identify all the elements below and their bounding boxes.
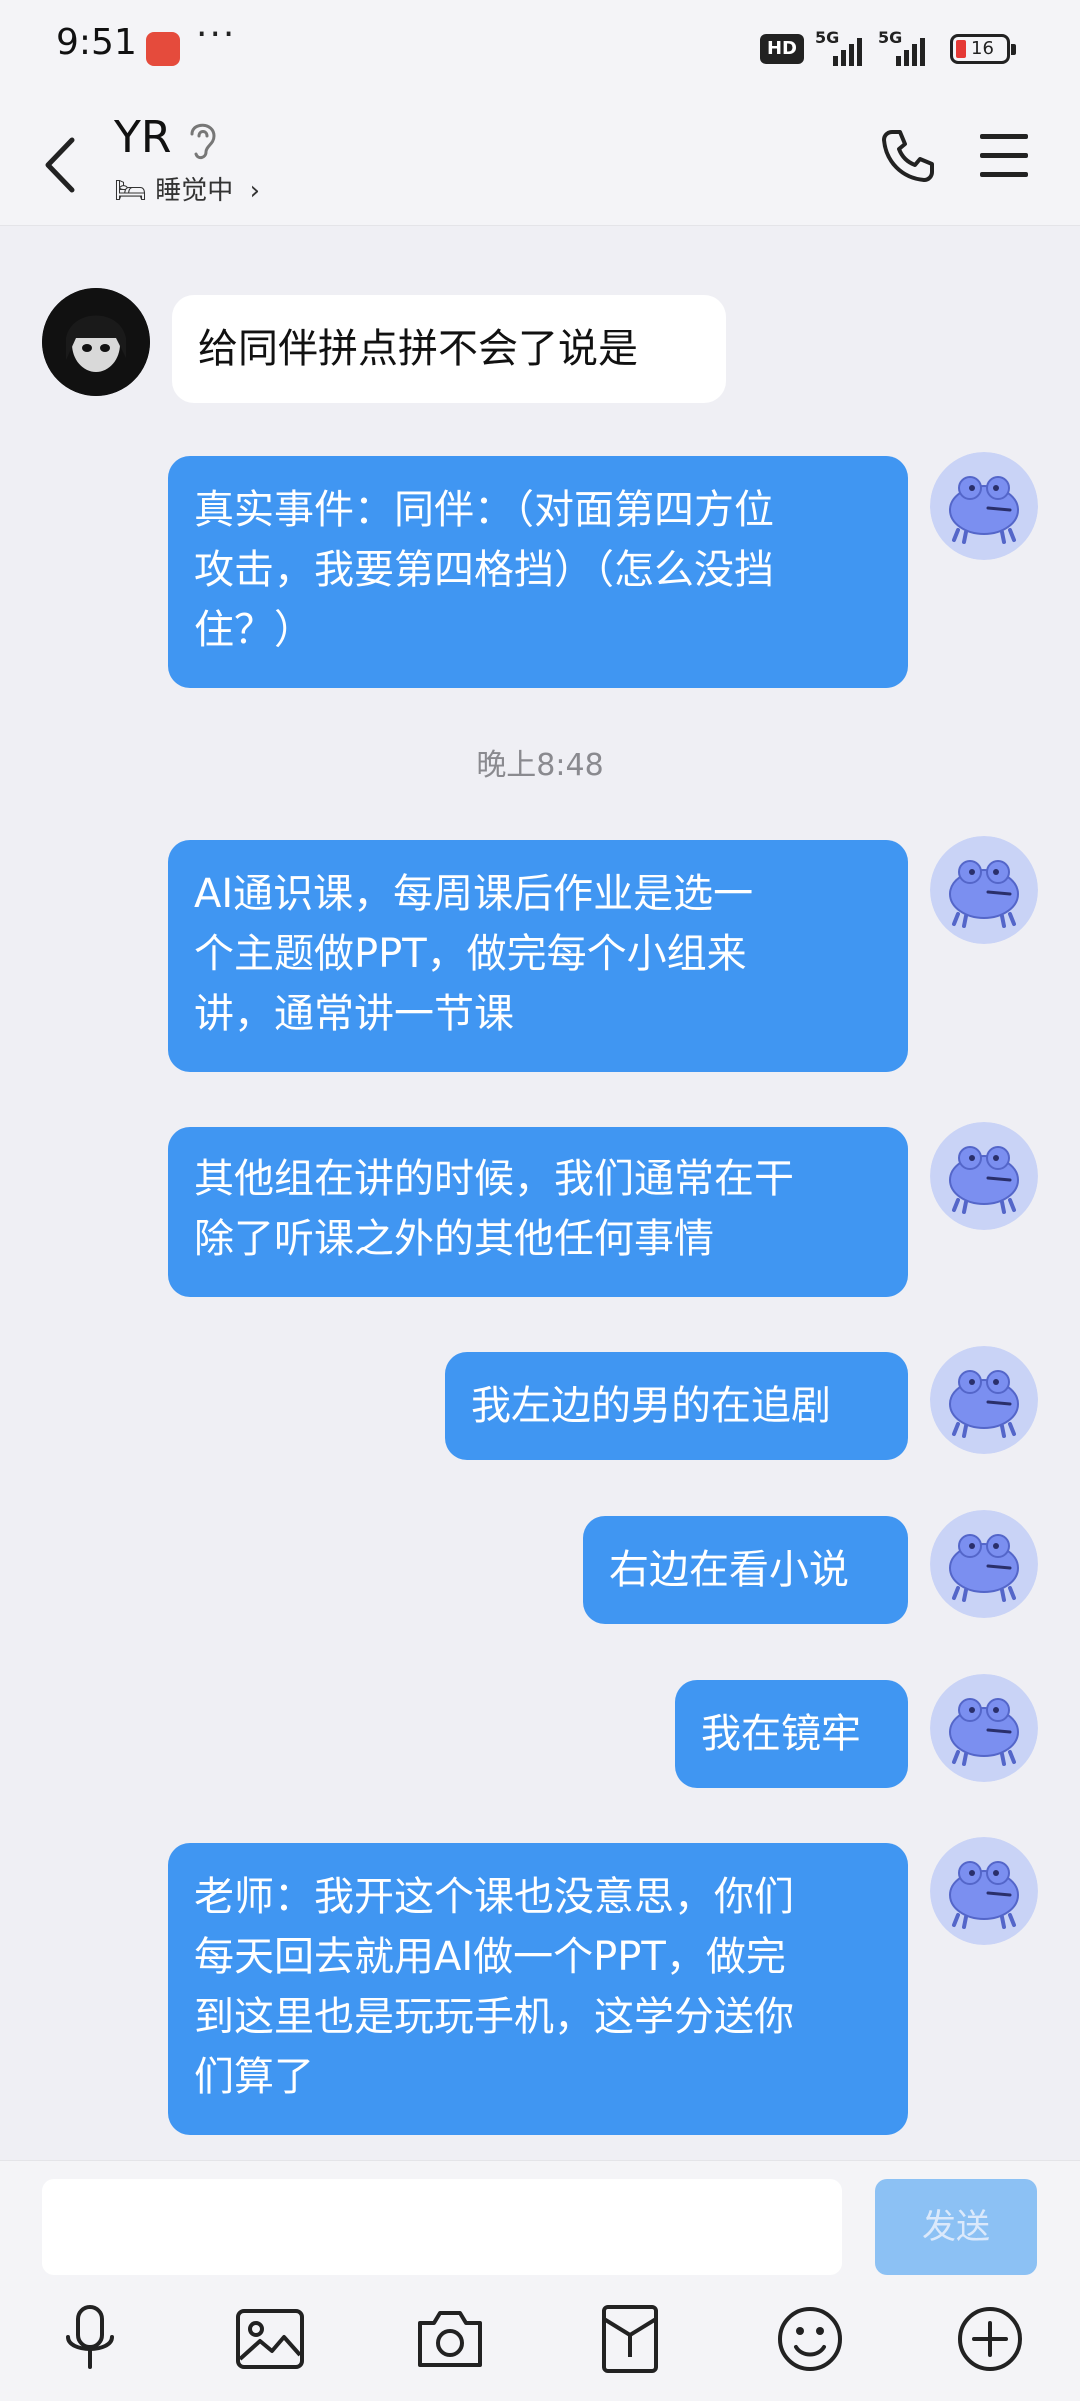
bed-icon: 🛏 bbox=[114, 176, 148, 206]
message-line: 到这里也是玩玩手机，这学分送你 bbox=[194, 1994, 794, 2040]
frog-avatar-icon bbox=[930, 1346, 1038, 1454]
composer: 发送 bbox=[0, 2160, 1080, 2401]
ear-mode-icon bbox=[190, 123, 216, 160]
dark-avatar-icon bbox=[42, 288, 150, 396]
back-arrow-icon[interactable] bbox=[38, 130, 88, 200]
message-line: 住？） bbox=[194, 607, 314, 653]
message-bubble[interactable]: 给同伴拼点拼不会了说是 bbox=[172, 295, 726, 403]
phone-call-icon[interactable] bbox=[878, 126, 938, 186]
message-line: 老师：我开这个课也没意思，你们 bbox=[194, 1874, 794, 1920]
red-packet-icon[interactable] bbox=[592, 2301, 668, 2377]
plus-icon[interactable] bbox=[952, 2301, 1028, 2377]
self-avatar[interactable] bbox=[930, 1346, 1038, 1454]
message-bubble[interactable]: 其他组在讲的时候，我们通常在干 除了听课之外的其他任何事情 bbox=[168, 1127, 908, 1297]
frog-avatar-icon bbox=[930, 1122, 1038, 1230]
self-avatar[interactable] bbox=[930, 452, 1038, 560]
self-avatar[interactable] bbox=[930, 1837, 1038, 1945]
self-avatar[interactable] bbox=[930, 1122, 1038, 1230]
contact-status[interactable]: 🛏 睡觉中 › bbox=[114, 170, 260, 207]
frog-avatar-icon bbox=[930, 836, 1038, 944]
battery-icon: 16 bbox=[950, 34, 1016, 64]
message-bubble[interactable]: 我在镜牢 bbox=[675, 1680, 908, 1788]
frog-avatar-icon bbox=[930, 452, 1038, 560]
message-line: 每天回去就用AI做一个PPT，做完 bbox=[194, 1934, 786, 1980]
send-button[interactable]: 发送 bbox=[875, 2179, 1037, 2275]
app-notification-icon bbox=[146, 32, 180, 66]
message-line: 讲，通常讲一节课 bbox=[194, 991, 514, 1037]
chevron-right-icon: › bbox=[249, 176, 260, 206]
message-bubble[interactable]: 真实事件：同伴：（对面第四方位 攻击，我要第四格挡）（怎么没挡 住？） bbox=[168, 456, 908, 688]
message-line: 我在镜牢 bbox=[701, 1711, 861, 1757]
message-line: AI通识课，每周课后作业是选一 bbox=[194, 871, 754, 917]
hd-voice-icon: HD bbox=[760, 34, 804, 64]
status-bar: 9:51 ··· HD 5G 5G 16 bbox=[0, 0, 1080, 100]
timestamp: 晚上8:48 bbox=[476, 748, 604, 783]
contact-avatar[interactable] bbox=[42, 288, 150, 396]
signal-icon-2: 5G bbox=[878, 28, 932, 66]
self-avatar[interactable] bbox=[930, 1510, 1038, 1618]
message-bubble[interactable]: 我左边的男的在追剧 bbox=[445, 1352, 908, 1460]
message-line: 们算了 bbox=[194, 2054, 314, 2100]
message-bubble[interactable]: 右边在看小说 bbox=[583, 1516, 908, 1624]
self-avatar[interactable] bbox=[930, 836, 1038, 944]
frog-avatar-icon bbox=[930, 1674, 1038, 1782]
message-line: 右边在看小说 bbox=[609, 1547, 849, 1593]
message-line: 我左边的男的在追剧 bbox=[471, 1383, 831, 1429]
menu-icon[interactable] bbox=[980, 134, 1028, 178]
message-line: 除了听课之外的其他任何事情 bbox=[194, 1216, 714, 1262]
message-input[interactable] bbox=[42, 2179, 842, 2275]
camera-icon[interactable] bbox=[412, 2301, 488, 2377]
message-line: 其他组在讲的时候，我们通常在干 bbox=[194, 1156, 794, 1202]
message-line: 给同伴拼点拼不会了说是 bbox=[198, 326, 638, 372]
message-bubble[interactable]: AI通识课，每周课后作业是选一 个主题做PPT，做完每个小组来 讲，通常讲一节课 bbox=[168, 840, 908, 1072]
microphone-icon[interactable] bbox=[52, 2301, 128, 2377]
message-line: 攻击，我要第四格挡）（怎么没挡 bbox=[194, 547, 774, 593]
emoji-icon[interactable] bbox=[772, 2301, 848, 2377]
frog-avatar-icon bbox=[930, 1837, 1038, 1945]
frog-avatar-icon bbox=[930, 1510, 1038, 1618]
status-text: 睡觉中 bbox=[155, 176, 234, 206]
message-line: 真实事件：同伴：（对面第四方位 bbox=[194, 487, 774, 533]
status-time: 9:51 bbox=[56, 22, 137, 63]
contact-name[interactable]: YR bbox=[114, 112, 171, 163]
signal-icon-1: 5G bbox=[815, 28, 869, 66]
more-notifications-icon: ··· bbox=[196, 14, 237, 55]
message-bubble[interactable]: 老师：我开这个课也没意思，你们 每天回去就用AI做一个PPT，做完 到这里也是玩… bbox=[168, 1843, 908, 2135]
chat-header: YR 🛏 睡觉中 › bbox=[0, 100, 1080, 226]
self-avatar[interactable] bbox=[930, 1674, 1038, 1782]
image-icon[interactable] bbox=[232, 2301, 308, 2377]
message-line: 个主题做PPT，做完每个小组来 bbox=[194, 931, 747, 977]
